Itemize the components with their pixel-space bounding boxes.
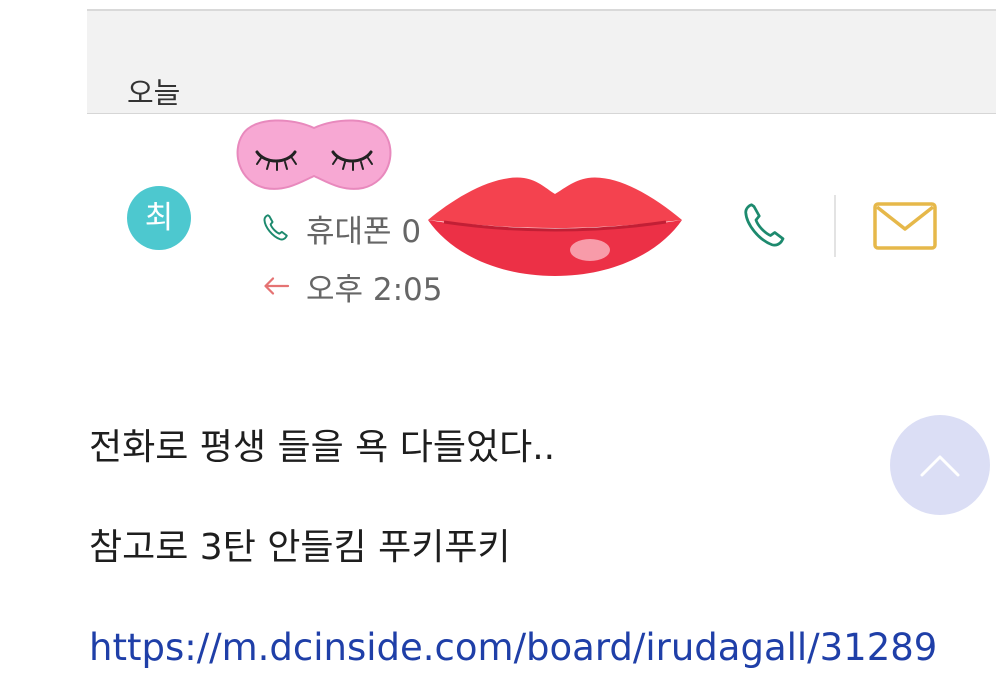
page: 오늘 최 휴대폰 0 오후 2:05 전화로 평생 들을 욕 다들었다.. 참고… bbox=[0, 0, 996, 695]
post-text-line-1: 전화로 평생 들을 욕 다들었다.. bbox=[89, 427, 556, 468]
post-text-line-2: 참고로 3탄 안들킴 푸키푸키 bbox=[89, 527, 511, 568]
incoming-arrow-icon bbox=[258, 266, 298, 306]
post-link[interactable]: https://m.dcinside.com/board/irudagall/3… bbox=[89, 622, 937, 674]
call-log-screenshot: 오늘 bbox=[87, 0, 996, 330]
sleep-mask-sticker bbox=[231, 112, 397, 196]
envelope-icon bbox=[873, 202, 937, 250]
date-section-title: 오늘 bbox=[127, 76, 181, 110]
call-time-label: 오후 2:05 bbox=[306, 271, 443, 308]
date-section-header: 오늘 bbox=[87, 11, 996, 114]
call-time-row: 오후 2:05 bbox=[258, 266, 443, 308]
message-button[interactable] bbox=[872, 196, 938, 256]
scroll-to-top-button[interactable] bbox=[890, 415, 990, 515]
phone-icon bbox=[744, 203, 785, 247]
lips-sticker bbox=[424, 168, 686, 280]
action-divider bbox=[834, 195, 836, 257]
phone-icon bbox=[258, 208, 298, 248]
number-type-row: 휴대폰 0 bbox=[258, 208, 422, 250]
call-button[interactable] bbox=[735, 196, 795, 256]
contact-avatar[interactable]: 최 bbox=[127, 186, 191, 250]
number-type-label: 휴대폰 0 bbox=[306, 213, 422, 250]
chevron-up-icon bbox=[920, 455, 960, 477]
avatar-initial: 최 bbox=[144, 200, 174, 236]
